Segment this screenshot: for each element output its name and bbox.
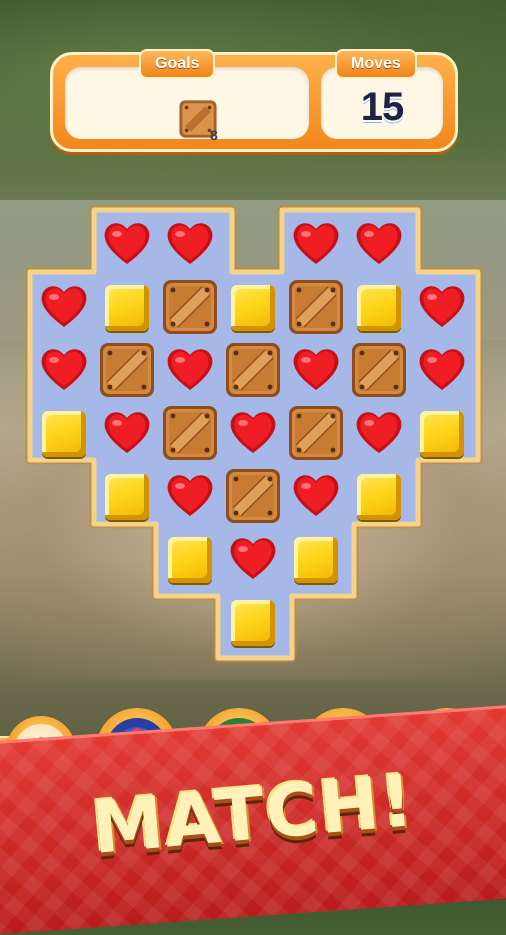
- heart-piece-shape: [167, 475, 213, 516]
- cube-piece-shape: [420, 411, 464, 457]
- heart-tile[interactable]: [223, 403, 283, 463]
- cube-tile[interactable]: [97, 466, 157, 526]
- cube-piece-shape: [42, 411, 86, 457]
- cube-piece-shape: [168, 537, 212, 583]
- crate-tile[interactable]: [286, 277, 346, 337]
- cube-tile[interactable]: [34, 403, 94, 463]
- heart-tile[interactable]: [160, 466, 220, 526]
- cube-tile[interactable]: [349, 466, 409, 526]
- crate-piece-shape: [163, 280, 217, 334]
- cube-piece-shape: [357, 285, 401, 331]
- heart-piece-shape: [419, 349, 465, 390]
- crate-piece-shape: [163, 406, 217, 460]
- heart-piece-shape: [104, 412, 150, 453]
- crate-tile[interactable]: [286, 403, 346, 463]
- heart-piece-shape: [293, 349, 339, 390]
- crate-piece-shape: [100, 343, 154, 397]
- heart-piece-shape: [293, 475, 339, 516]
- heart-piece-shape: [41, 349, 87, 390]
- crate-tile[interactable]: [160, 277, 220, 337]
- crate-piece-shape: [226, 343, 280, 397]
- cube-tile[interactable]: [286, 529, 346, 589]
- cube-tile[interactable]: [349, 277, 409, 337]
- heart-tile[interactable]: [286, 466, 346, 526]
- heart-tile[interactable]: [160, 214, 220, 274]
- cube-piece-shape: [105, 285, 149, 331]
- cube-tile[interactable]: [160, 529, 220, 589]
- crate-tile[interactable]: [223, 466, 283, 526]
- cube-piece-shape: [105, 474, 149, 520]
- crate-piece-shape: [352, 343, 406, 397]
- cube-tile[interactable]: [223, 592, 283, 652]
- crate-tile[interactable]: [160, 403, 220, 463]
- heart-piece-shape: [230, 538, 276, 579]
- heart-piece-shape: [104, 223, 150, 264]
- crate-tile[interactable]: [349, 340, 409, 400]
- heart-tile[interactable]: [97, 403, 157, 463]
- heart-tile[interactable]: [286, 214, 346, 274]
- heart-piece-shape: [356, 412, 402, 453]
- crate-tile[interactable]: [223, 340, 283, 400]
- crate-piece-shape: [289, 280, 343, 334]
- heart-tile[interactable]: [286, 340, 346, 400]
- heart-tile[interactable]: [412, 277, 472, 337]
- heart-piece-shape: [41, 286, 87, 327]
- heart-tile[interactable]: [160, 340, 220, 400]
- heart-piece-shape: [230, 412, 276, 453]
- heart-tile[interactable]: [412, 340, 472, 400]
- cube-piece-shape: [294, 537, 338, 583]
- heart-tile[interactable]: [349, 214, 409, 274]
- crate-tile[interactable]: [97, 340, 157, 400]
- cube-piece-shape: [357, 474, 401, 520]
- heart-piece-shape: [167, 349, 213, 390]
- heart-tile[interactable]: [34, 340, 94, 400]
- heart-tile[interactable]: [34, 277, 94, 337]
- cube-tile[interactable]: [223, 277, 283, 337]
- cube-piece-shape: [231, 600, 275, 646]
- cube-piece-shape: [231, 285, 275, 331]
- heart-tile[interactable]: [97, 214, 157, 274]
- crate-piece-shape: [289, 406, 343, 460]
- cube-tile[interactable]: [412, 403, 472, 463]
- heart-piece-shape: [419, 286, 465, 327]
- heart-piece-shape: [293, 223, 339, 264]
- heart-tile[interactable]: [349, 403, 409, 463]
- crate-piece-shape: [226, 469, 280, 523]
- cube-tile[interactable]: [97, 277, 157, 337]
- heart-piece-shape: [356, 223, 402, 264]
- heart-piece-shape: [167, 223, 213, 264]
- heart-tile[interactable]: [223, 529, 283, 589]
